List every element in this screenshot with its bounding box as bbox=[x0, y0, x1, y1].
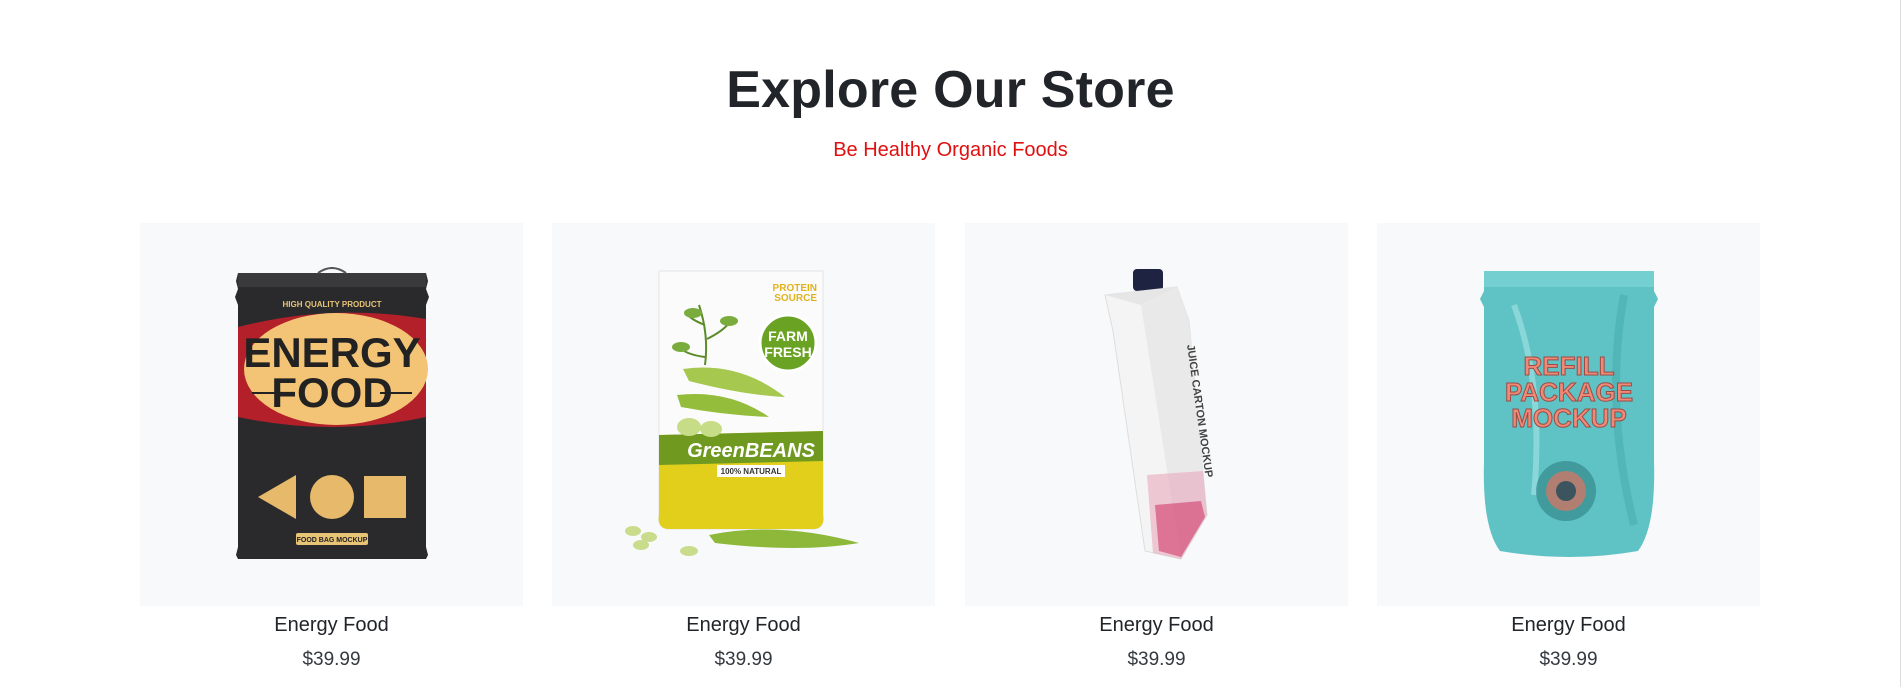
svg-text:MOCKUP: MOCKUP bbox=[1511, 403, 1627, 433]
product-image-juice-carton[interactable]: JUICE CARTON MOCKUP bbox=[965, 223, 1348, 606]
product-name[interactable]: Energy Food bbox=[552, 610, 935, 640]
green-beans-pouch-image: PROTEIN SOURCE FARM FRESH GreenBEANS 100… bbox=[624, 270, 859, 556]
section-heading: Explore Our Store Be Healthy Organic Foo… bbox=[0, 58, 1901, 162]
product-image-energy-food-bag[interactable]: HIGH QUALITY PRODUCT ENERGY FOOD FOOD BA… bbox=[140, 223, 523, 606]
product-image-refill-pouch[interactable]: REFILL PACKAGE MOCKUP bbox=[1377, 223, 1760, 606]
svg-text:FARM: FARM bbox=[768, 328, 808, 344]
product-price: $39.99 bbox=[302, 649, 361, 670]
page-title: Explore Our Store bbox=[726, 61, 1175, 119]
store-page: Explore Our Store Be Healthy Organic Foo… bbox=[0, 0, 1901, 687]
svg-text:SOURCE: SOURCE bbox=[774, 293, 817, 304]
product-price: $39.99 bbox=[714, 649, 773, 670]
juice-carton-image: JUICE CARTON MOCKUP bbox=[1103, 268, 1214, 560]
product-price: $39.99 bbox=[1539, 649, 1598, 670]
energy-food-bag-image: HIGH QUALITY PRODUCT ENERGY FOOD FOOD BA… bbox=[234, 266, 429, 559]
page-subtitle: Be Healthy Organic Foods bbox=[833, 139, 1068, 161]
product-image-green-beans-pouch[interactable]: PROTEIN SOURCE FARM FRESH GreenBEANS 100… bbox=[552, 223, 935, 606]
refill-pouch-image: REFILL PACKAGE MOCKUP bbox=[1479, 270, 1658, 557]
product-name[interactable]: Energy Food bbox=[140, 610, 523, 640]
product-card[interactable]: HIGH QUALITY PRODUCT ENERGY FOOD FOOD BA… bbox=[140, 223, 523, 674]
product-name[interactable]: Energy Food bbox=[1377, 610, 1760, 640]
svg-text:GreenBEANS: GreenBEANS bbox=[687, 440, 815, 462]
product-card[interactable]: PROTEIN SOURCE FARM FRESH GreenBEANS 100… bbox=[552, 223, 935, 674]
product-card[interactable]: REFILL PACKAGE MOCKUP Energy Food $39.99 bbox=[1377, 223, 1760, 674]
svg-text:HIGH QUALITY PRODUCT: HIGH QUALITY PRODUCT bbox=[282, 300, 381, 309]
product-name[interactable]: Energy Food bbox=[965, 610, 1348, 640]
svg-text:FOOD BAG MOCKUP: FOOD BAG MOCKUP bbox=[296, 537, 367, 544]
svg-text:100% NATURAL: 100% NATURAL bbox=[720, 467, 781, 476]
svg-text:FOOD: FOOD bbox=[271, 369, 392, 416]
svg-text:FRESH: FRESH bbox=[764, 344, 811, 360]
product-card[interactable]: JUICE CARTON MOCKUP Energy Food $39.99 bbox=[965, 223, 1348, 674]
product-price: $39.99 bbox=[1127, 649, 1186, 670]
